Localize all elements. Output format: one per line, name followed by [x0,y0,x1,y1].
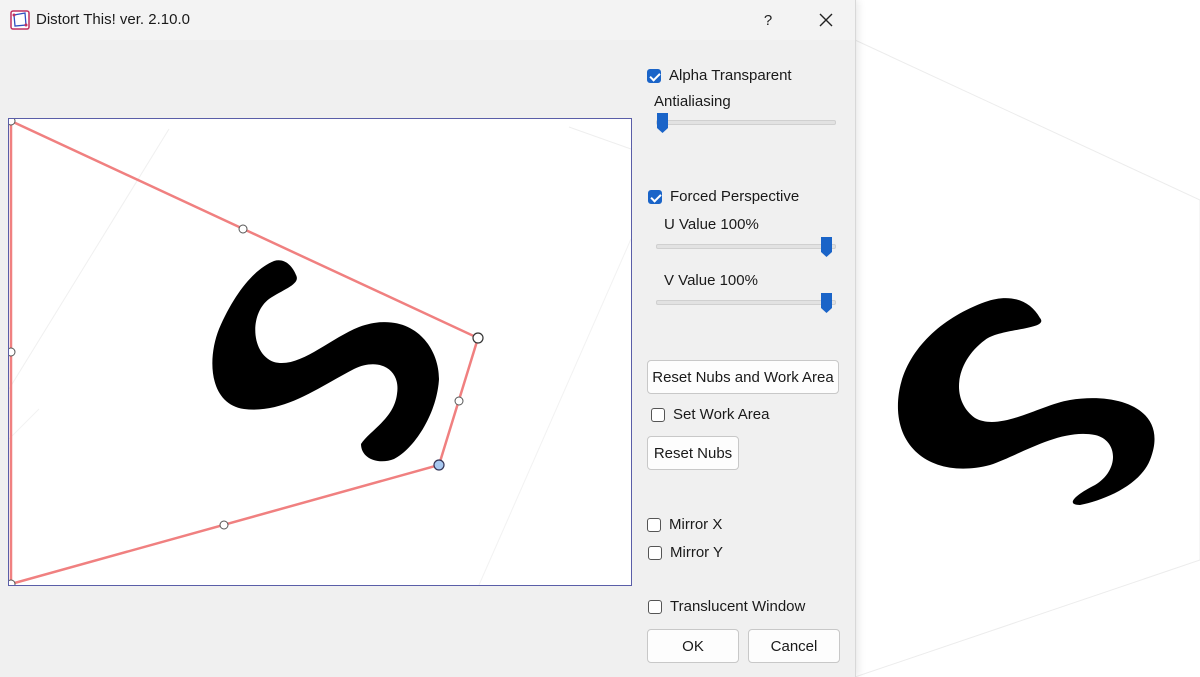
alpha-transparent-checkbox[interactable]: Alpha Transparent [647,67,792,84]
checkbox-unchecked-icon [647,517,661,532]
slider-track [656,120,836,125]
slider-thumb[interactable] [656,112,669,134]
set-work-area-checkbox[interactable]: Set Work Area [651,406,769,423]
reset-nubs-and-work-area-button[interactable]: Reset Nubs and Work Area [647,360,839,394]
preview-work-area[interactable] [8,118,632,586]
antialiasing-slider[interactable] [656,112,836,134]
alpha-transparent-label: Alpha Transparent [669,67,792,84]
edge-nub[interactable] [454,396,464,406]
antialiasing-label: Antialiasing [654,93,731,110]
distort-dialog: Distort This! ver. 2.10.0 ? Alpha Transp… [0,0,856,677]
window-title: Distort This! ver. 2.10.0 [36,11,190,28]
checkbox-unchecked-icon [651,407,665,422]
edge-nub[interactable] [219,520,229,530]
app-icon [10,10,30,30]
selected-corner-nub[interactable] [433,459,445,471]
cancel-button[interactable]: Cancel [748,629,840,663]
checkbox-checked-icon [647,68,661,83]
forced-perspective-checkbox[interactable]: Forced Perspective [648,188,799,205]
corner-nub[interactable] [472,332,484,344]
checkbox-unchecked-icon [648,545,662,560]
mirror-x-label: Mirror X [669,516,723,533]
v-value-label: V Value 100% [664,272,758,289]
slider-thumb[interactable] [820,236,833,258]
u-value-label: U Value 100% [664,216,759,233]
translucent-window-checkbox[interactable]: Translucent Window [648,598,805,615]
translucent-window-label: Translucent Window [670,598,806,615]
corner-nub[interactable] [9,579,16,585]
slider-track [656,244,836,249]
slider-thumb[interactable] [820,292,833,314]
close-button[interactable] [804,4,848,36]
corner-nub[interactable] [9,119,16,126]
forced-perspective-label: Forced Perspective [670,188,800,205]
s-glyph [212,260,439,462]
edge-nub[interactable] [9,347,16,357]
mirror-y-checkbox[interactable]: Mirror Y [648,544,723,561]
checkbox-checked-icon [648,189,662,204]
close-icon [819,13,833,27]
help-button[interactable]: ? [746,4,790,36]
checkbox-unchecked-icon [648,599,662,614]
edge-nub[interactable] [238,224,248,234]
slider-track [656,300,836,305]
title-bar: Distort This! ver. 2.10.0 ? [0,0,855,40]
set-work-area-label: Set Work Area [673,406,770,423]
u-value-slider[interactable] [656,236,836,258]
ok-button[interactable]: OK [647,629,739,663]
v-value-slider[interactable] [656,292,836,314]
reset-nubs-button[interactable]: Reset Nubs [647,436,739,470]
mirror-x-checkbox[interactable]: Mirror X [647,516,722,533]
mirror-y-label: Mirror Y [670,544,724,561]
